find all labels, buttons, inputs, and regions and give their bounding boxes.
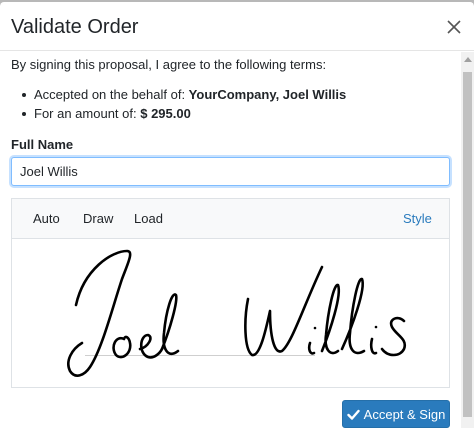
close-icon[interactable] xyxy=(442,15,466,39)
signature-panel: Auto Draw Load Style xyxy=(11,198,450,388)
amount-value: $ 295.00 xyxy=(140,106,191,121)
scrollbar-thumb[interactable] xyxy=(463,72,472,417)
terms-list: Accepted on the behalf of: YourCompany, … xyxy=(22,85,346,123)
signature-canvas[interactable] xyxy=(12,239,449,387)
handwritten-signature xyxy=(67,249,407,377)
company-name: YourCompany, Joel Willis xyxy=(188,87,347,102)
style-link[interactable]: Style xyxy=(403,211,432,226)
validate-order-dialog: Validate Order By signing this proposal,… xyxy=(0,2,474,428)
scroll-up-icon[interactable] xyxy=(464,57,472,62)
dialog-scrollbar[interactable] xyxy=(461,52,474,428)
term-accepted-on-behalf: Accepted on the behalf of: YourCompany, … xyxy=(22,85,346,104)
signature-mode-tabs: Auto Draw Load Style xyxy=(12,199,449,239)
terms-intro: By signing this proposal, I agree to the… xyxy=(11,57,327,72)
accept-and-sign-button[interactable]: Accept & Sign xyxy=(342,400,450,428)
full-name-label: Full Name xyxy=(11,137,74,152)
dialog-title: Validate Order xyxy=(11,16,139,38)
check-icon xyxy=(346,409,360,420)
tab-load[interactable]: Load xyxy=(134,211,163,226)
tab-draw[interactable]: Draw xyxy=(83,211,113,226)
dialog-header: Validate Order xyxy=(0,2,474,51)
term-amount: For an amount of: $ 295.00 xyxy=(22,104,346,123)
tab-auto[interactable]: Auto xyxy=(33,211,60,226)
full-name-input[interactable] xyxy=(11,157,450,186)
